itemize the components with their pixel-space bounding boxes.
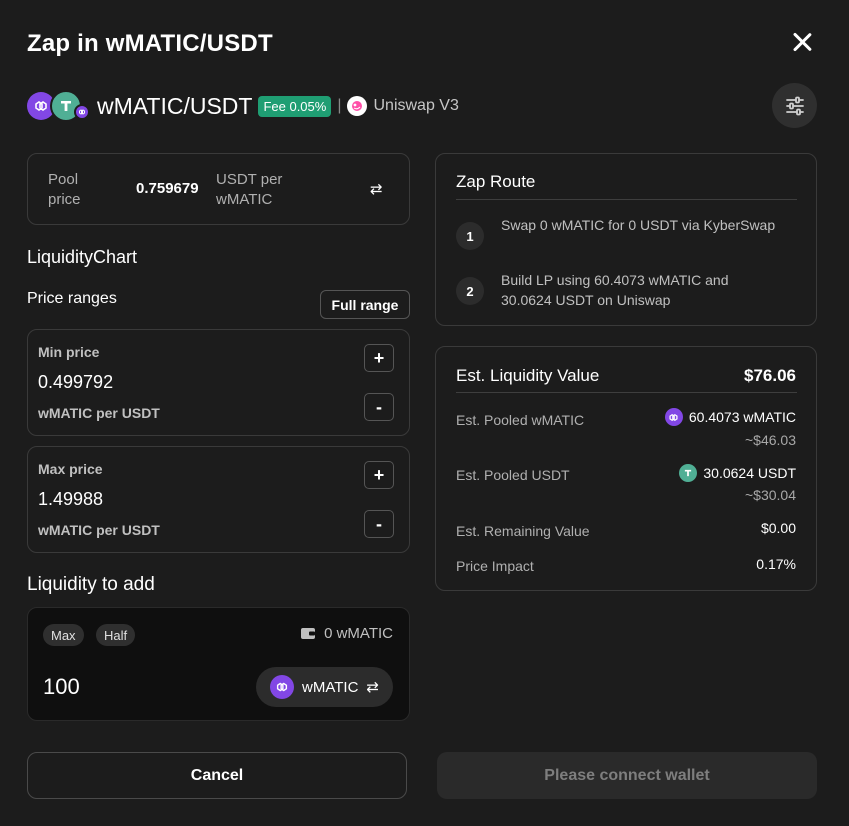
half-button[interactable]: Half	[96, 624, 136, 646]
pooled-usdt-amount: 30.0624 USDT	[703, 465, 796, 481]
matic-icon	[664, 408, 683, 426]
close-icon[interactable]	[788, 28, 816, 56]
connect-wallet-button[interactable]: Please connect wallet	[437, 752, 817, 799]
max-price-label: Max price	[38, 461, 103, 477]
wallet-balance: 0 wMATIC	[300, 625, 393, 642]
min-price-input[interactable]: 0.499792	[38, 372, 113, 393]
pooled-wmatic-label: Est. Pooled wMATIC	[456, 412, 585, 428]
divider	[456, 392, 797, 393]
step-number: 1	[456, 222, 484, 250]
chain-matic-icon	[74, 104, 90, 120]
liquidity-chart-title: LiquidityChart	[27, 247, 138, 267]
max-price-card: Max price 1.49988 wMATIC per USDT + -	[27, 446, 410, 553]
separator: |	[337, 97, 342, 114]
max-button[interactable]: Max	[43, 624, 84, 646]
pooled-wmatic-amount: 60.4073 wMATIC	[688, 409, 796, 425]
max-price-increase-button[interactable]: +	[364, 461, 394, 489]
dex-name: Uniswap V3	[373, 97, 459, 114]
modal-title: Zap in wMATIC/USDT	[27, 30, 273, 57]
min-price-label: Min price	[38, 344, 100, 360]
liquidity-input-card: Max Half 0 wMATIC 100 wMATIC ⇄	[27, 607, 410, 721]
settings-button[interactable]	[772, 83, 817, 128]
wallet-icon	[301, 628, 316, 639]
balance-value: 0 wMATIC	[324, 625, 393, 642]
token-symbol: wMATIC	[302, 678, 359, 696]
full-range-button[interactable]: Full range	[320, 290, 410, 319]
max-price-unit: wMATIC per USDT	[38, 522, 160, 538]
swap-arrows-icon: ⇄	[366, 679, 379, 696]
zap-route-card: Zap Route 1 Swap 0 wMATIC for 0 USDT via…	[435, 153, 817, 326]
step-text: Swap 0 wMATIC for 0 USDT via KyberSwap	[501, 217, 776, 233]
remaining-value: $0.00	[760, 520, 796, 536]
pool-price-unit: USDT per wMATIC	[216, 171, 283, 208]
pool-price-value: 0.759679	[136, 180, 199, 197]
pool-price-label: Pool price	[48, 171, 81, 208]
step-text: Build LP using 60.4073 wMATIC and 30.062…	[501, 272, 729, 308]
min-price-increase-button[interactable]: +	[364, 344, 394, 372]
token-selector[interactable]: wMATIC ⇄	[256, 667, 393, 707]
fee-badge: Fee 0.05%	[258, 95, 332, 117]
min-price-unit: wMATIC per USDT	[38, 405, 160, 421]
min-price-decrease-button[interactable]: -	[364, 393, 394, 421]
zap-modal: Zap in wMATIC/USDT wMATIC/USDT Fee 0.05%…	[0, 0, 849, 826]
liquidity-to-add-title: Liquidity to add	[27, 574, 155, 595]
pair-name: wMATIC/USDT	[97, 92, 253, 119]
cancel-button[interactable]: Cancel	[27, 752, 407, 799]
price-impact-label: Price Impact	[456, 558, 534, 574]
max-price-input[interactable]: 1.49988	[38, 489, 103, 510]
pooled-wmatic-value: 60.4073 wMATIC	[664, 408, 796, 426]
max-price-decrease-button[interactable]: -	[364, 510, 394, 538]
zap-route-title: Zap Route	[456, 172, 536, 191]
estimate-card: Est. Liquidity Value $76.06 Est. Pooled …	[435, 346, 817, 591]
divider	[456, 199, 797, 200]
pool-price-card: Pool price 0.759679 USDT per wMATIC ⇄	[27, 153, 410, 225]
tether-icon	[679, 464, 698, 482]
step-number: 2	[456, 277, 484, 305]
matic-icon	[270, 675, 295, 699]
uniswap-icon	[347, 96, 368, 116]
pooled-usdt-value: 30.0624 USDT	[679, 464, 796, 482]
pooled-usdt-usd: ~$30.04	[745, 487, 796, 503]
est-liquidity-total: $76.06	[744, 366, 796, 385]
price-ranges-title: Price ranges	[27, 290, 117, 307]
remaining-value-label: Est. Remaining Value	[456, 523, 590, 539]
sliders-icon	[785, 96, 804, 115]
pair-logos	[27, 88, 90, 124]
amount-input[interactable]: 100	[43, 674, 80, 700]
pool-header: wMATIC/USDT Fee 0.05% | Uniswap V3	[27, 88, 459, 124]
pooled-usdt-label: Est. Pooled USDT	[456, 467, 570, 483]
swap-direction-icon[interactable]: ⇄	[370, 180, 383, 198]
est-liquidity-title: Est. Liquidity Value	[456, 366, 600, 385]
min-price-card: Min price 0.499792 wMATIC per USDT + -	[27, 329, 410, 436]
pooled-wmatic-usd: ~$46.03	[745, 432, 796, 448]
price-impact-value: 0.17%	[756, 556, 796, 572]
